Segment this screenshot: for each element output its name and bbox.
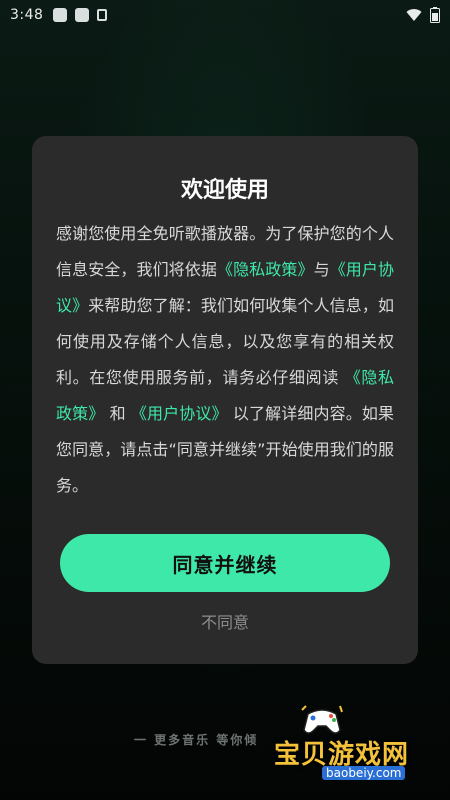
status-bar: 3:48 xyxy=(0,0,450,30)
dialog-body: 感谢您使用全免听歌播放器。为了保护您的个人信息安全，我们将依据《隐私政策》与《用… xyxy=(56,216,394,504)
agree-continue-button[interactable]: 同意并继续 xyxy=(60,534,390,592)
footer-slogan: 一 更多音乐 等你倾 xyxy=(134,733,259,747)
notification-download-icon xyxy=(97,9,108,21)
user-agreement-link[interactable]: 《用户协议》 xyxy=(131,404,228,423)
wifi-icon xyxy=(406,8,422,22)
gamepad-logo-icon xyxy=(301,705,343,734)
disagree-button[interactable]: 不同意 xyxy=(32,606,418,636)
status-indicators xyxy=(406,7,440,23)
notification-app-icon xyxy=(75,8,90,22)
battery-icon xyxy=(430,7,440,23)
body-text: 与 xyxy=(313,260,330,279)
privacy-policy-link[interactable]: 《隐私政策》 xyxy=(217,260,314,279)
app-screen: 3:48 欢迎使用 感谢您使用全免听歌播放器。为了保护您的个人信息安全，我们将依… xyxy=(0,0,450,800)
body-text: 来帮助您了解：我们如何收集个人信息，如何使用及存储个人信息，以及您享有的相关权利… xyxy=(56,296,394,387)
status-time: 3:48 xyxy=(10,7,44,23)
notification-app-icon xyxy=(53,8,68,22)
dialog-title: 欢迎使用 xyxy=(180,178,269,203)
watermark-domain: baobeiy.com xyxy=(322,766,406,780)
body-text: 和 xyxy=(104,404,131,423)
privacy-dialog: 欢迎使用 感谢您使用全免听歌播放器。为了保护您的个人信息安全，我们将依据《隐私政… xyxy=(32,136,418,664)
site-watermark: 宝贝游戏网 baobeiy.com xyxy=(268,704,444,788)
